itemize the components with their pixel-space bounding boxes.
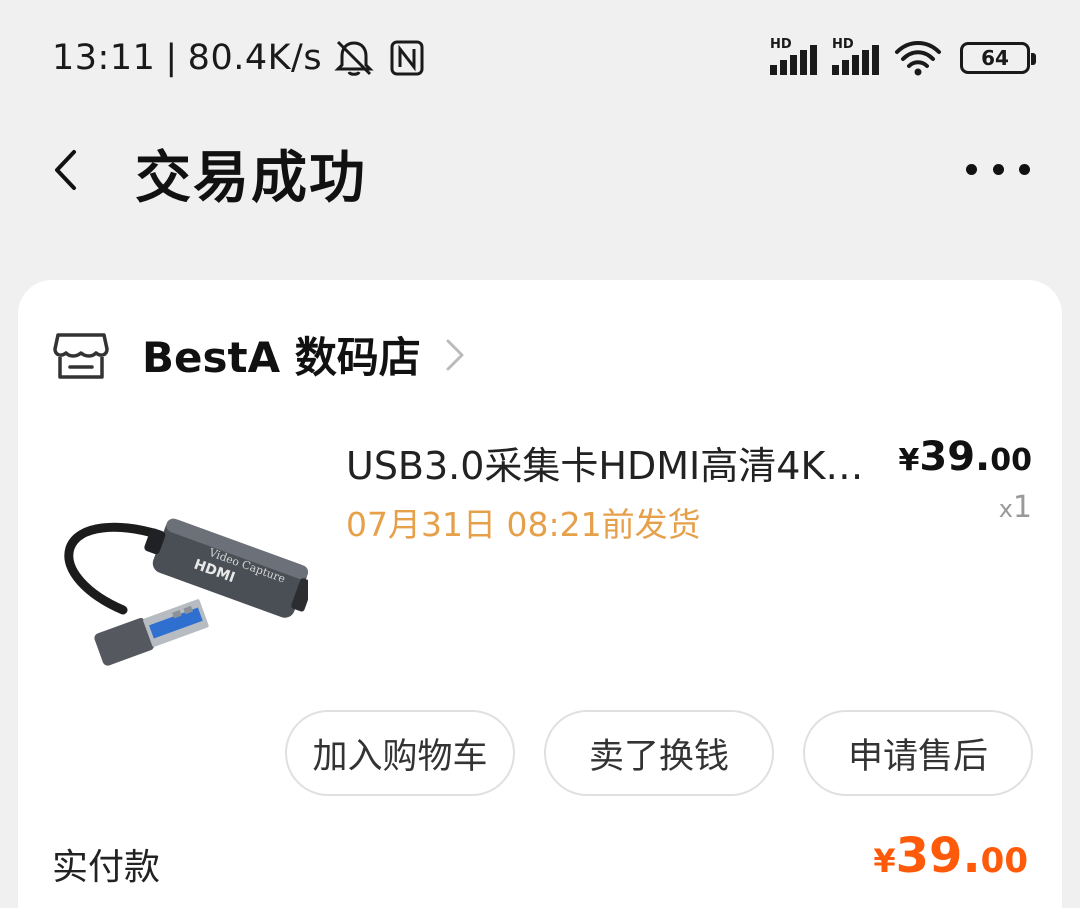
- paid-amount-label: 实付款: [52, 847, 161, 888]
- unit-price: ¥39.00: [899, 434, 1032, 480]
- unit-price-integer: 39.: [919, 434, 991, 480]
- signal-bars-icon: [770, 44, 817, 75]
- order-card: BestA 数码店 Video Capture HDMI USB3.0采集卡HD…: [18, 280, 1062, 908]
- status-left: 13:11 | 80.4K/s: [52, 38, 424, 78]
- quantity: x1: [999, 490, 1032, 525]
- quantity-prefix: x: [998, 495, 1013, 523]
- network-speed: 80.4K/s: [187, 37, 323, 78]
- more-dot-icon: [1019, 163, 1030, 175]
- ship-deadline: 07月31日 08:21前发货: [346, 505, 701, 544]
- paid-amount-integer: 39.: [895, 828, 981, 884]
- store-icon: [53, 332, 109, 379]
- page-header: 交易成功: [0, 115, 1080, 225]
- order-detail-screen: 13:11 | 80.4K/s HD HD 64 交易成功 BestA 数码店 …: [0, 0, 1080, 908]
- quantity-value: 1: [1012, 490, 1032, 525]
- status-right: HD HD 64: [770, 37, 1036, 76]
- page-title: 交易成功: [135, 146, 367, 211]
- product-image[interactable]: Video Capture HDMI: [48, 430, 308, 690]
- status-bar: 13:11 | 80.4K/s HD HD 64: [0, 0, 1080, 115]
- bell-mute-icon: [334, 40, 374, 76]
- signal-bars-icon: [832, 44, 879, 75]
- more-options-button[interactable]: [966, 153, 1030, 185]
- paid-amount-decimal: 00: [980, 841, 1028, 881]
- battery-indicator: 64: [960, 41, 1036, 74]
- add-to-cart-button[interactable]: 加入购物车: [285, 710, 515, 796]
- product-title[interactable]: USB3.0采集卡HDMI高清4K游戏直播相机视频采集器: [346, 435, 891, 490]
- chevron-right-icon: [446, 339, 464, 370]
- nfc-icon: [390, 40, 424, 75]
- paid-amount-symbol: ¥: [873, 842, 896, 880]
- after-sale-button[interactable]: 申请售后: [803, 710, 1033, 796]
- unit-price-decimal: 00: [990, 443, 1032, 478]
- chevron-left-icon: [55, 150, 76, 190]
- shop-name: BestA 数码店: [142, 333, 421, 382]
- more-dot-icon: [992, 163, 1004, 175]
- unit-price-symbol: ¥: [898, 443, 920, 478]
- shop-link[interactable]: BestA 数码店: [52, 324, 467, 385]
- signal-strength-2: HD: [832, 37, 882, 75]
- resell-button[interactable]: 卖了换钱: [544, 710, 774, 796]
- back-button[interactable]: [40, 145, 90, 195]
- signal-strength-1: HD: [770, 37, 820, 75]
- more-dot-icon: [966, 163, 977, 175]
- status-time: 13:11: [52, 37, 156, 78]
- status-separator: |: [165, 37, 178, 78]
- wifi-icon: [895, 40, 941, 75]
- paid-amount: ¥39.00: [873, 828, 1028, 884]
